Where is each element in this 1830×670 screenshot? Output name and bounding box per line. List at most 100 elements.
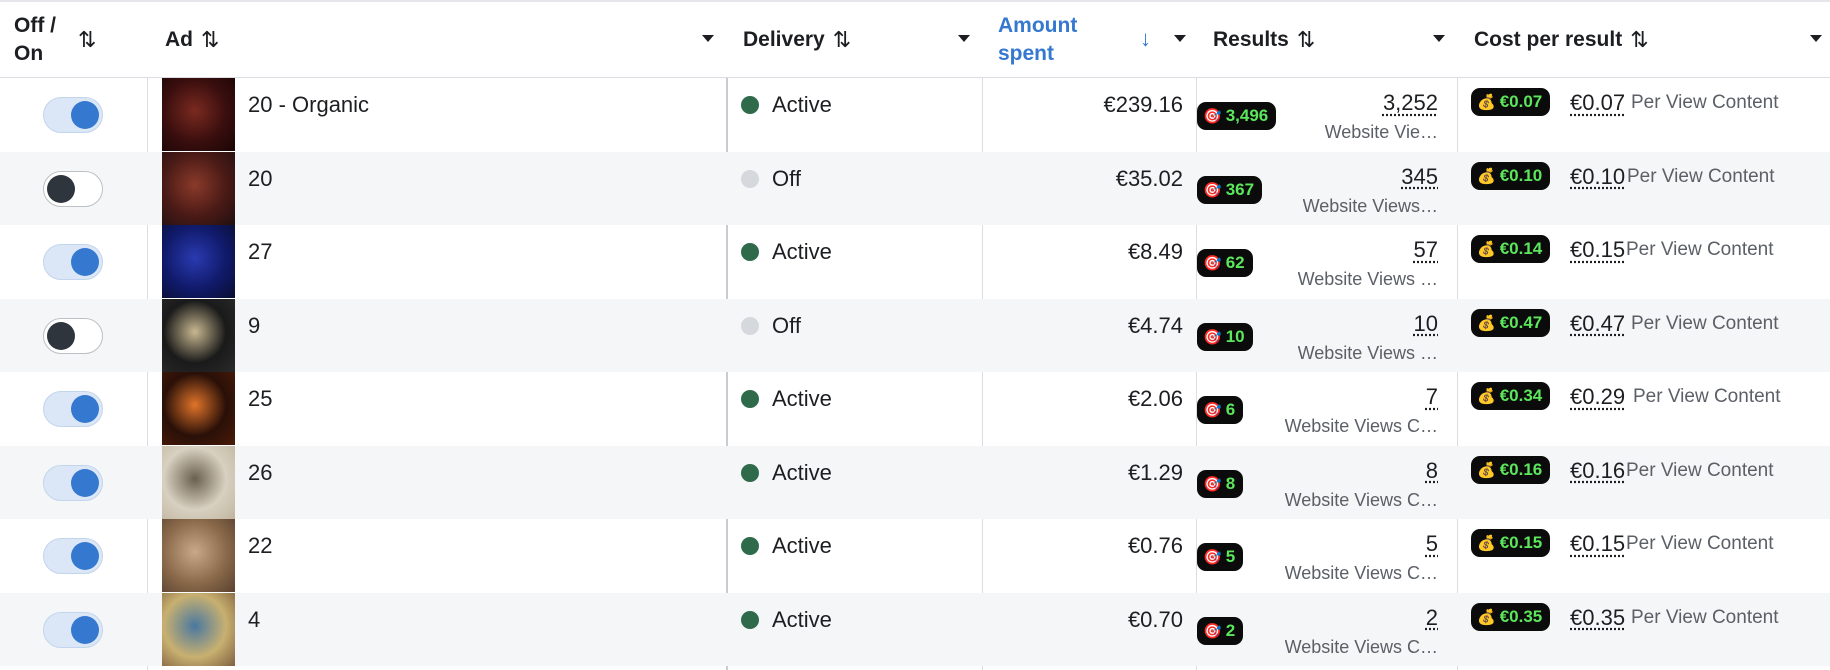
delivery-status: Active (772, 606, 832, 632)
delivery-status-dot (741, 316, 759, 335)
target-icon: 🎯 (1203, 181, 1222, 199)
dropdown-icon[interactable] (1810, 35, 1822, 42)
status-toggle[interactable] (43, 611, 103, 648)
delivery-status-dot (741, 537, 759, 555)
delivery-status-dot (741, 96, 759, 114)
delivery-status: Active (772, 92, 832, 117)
table-row[interactable]: 20 Off €35.02 🎯 367 345 Website Views… 💰… (0, 151, 1830, 225)
header-amount-spent[interactable]: Amount spent ↓ (998, 2, 1196, 78)
results-value[interactable]: 10 (1414, 311, 1438, 337)
results-value[interactable]: 8 (1426, 458, 1438, 484)
header-toggle[interactable]: Off / On ⇅ (14, 2, 144, 78)
status-toggle[interactable] (43, 464, 103, 501)
target-icon: 🎯 (1203, 255, 1222, 272)
ad-thumbnail[interactable] (162, 78, 235, 151)
cost-per-result-value[interactable]: €0.07 (1570, 90, 1625, 116)
ad-name[interactable]: 4 (248, 607, 260, 633)
results-value[interactable]: 57 (1414, 237, 1438, 263)
dropdown-icon[interactable] (958, 35, 970, 42)
amount-spent: €0.70 (1127, 606, 1183, 632)
sort-icon[interactable]: ⇅ (78, 27, 97, 53)
ad-name[interactable]: 20 - Organic (248, 92, 369, 118)
results-badge: 🎯 367 (1197, 175, 1263, 204)
header-ad[interactable]: Ad ⇅ (165, 2, 726, 78)
results-badge-value: 5 (1225, 547, 1236, 566)
cost-badge-value: €0.07 (1499, 92, 1543, 111)
cost-per-result-type: Per View Content (1626, 533, 1774, 554)
results-value[interactable]: 2 (1426, 605, 1438, 631)
sort-desc-icon[interactable]: ↓ (1140, 26, 1151, 52)
results-value[interactable]: 5 (1426, 531, 1438, 557)
results-badge-value: 2 (1225, 620, 1236, 640)
table-row[interactable]: 20 - Organic Active €239.16 🎯 3,496 3,25… (0, 78, 1830, 152)
ad-thumbnail[interactable] (162, 151, 235, 225)
results-value[interactable]: 345 (1401, 164, 1438, 190)
amount-spent: €35.02 (1115, 165, 1183, 191)
ad-name[interactable]: 20 (248, 166, 272, 192)
header-delivery[interactable]: Delivery ⇅ (743, 2, 982, 78)
header-results[interactable]: Results ⇅ (1213, 2, 1457, 78)
table-row[interactable]: 4 Active €0.70 🎯 2 2 Website Views C… 💰 … (0, 592, 1830, 666)
header-amount-line2: spent (998, 42, 1055, 65)
cost-badge: 💰 €0.10 (1471, 161, 1551, 190)
table-row[interactable]: 27 Active €8.49 🎯 62 57 Website Views … … (0, 225, 1830, 299)
cost-per-result-value[interactable]: €0.35 (1570, 605, 1625, 631)
status-toggle[interactable] (43, 97, 103, 133)
table-row[interactable]: 25 Active €2.06 🎯 6 7 Website Views C… 💰… (0, 372, 1830, 446)
ad-thumbnail[interactable] (162, 298, 235, 372)
delivery-status: Off (772, 165, 801, 191)
ad-thumbnail[interactable] (162, 519, 235, 592)
header-results-label: Results (1213, 28, 1289, 51)
results-badge: 🎯 5 (1197, 543, 1244, 571)
cost-per-result-value[interactable]: €0.29 (1570, 384, 1625, 410)
delivery-status: Off (772, 312, 801, 338)
ad-thumbnail[interactable] (162, 445, 235, 519)
ad-thumbnail[interactable] (162, 372, 235, 445)
cost-per-result-value[interactable]: €0.15 (1570, 237, 1625, 263)
status-toggle[interactable] (43, 317, 103, 354)
ad-name[interactable]: 25 (248, 386, 272, 412)
header-amount-line1: Amount (998, 14, 1078, 37)
table-row[interactable]: 9 Off €4.74 🎯 10 10 Website Views … 💰 €0… (0, 298, 1830, 372)
dropdown-icon[interactable] (1433, 35, 1445, 42)
money-bag-icon: 💰 (1477, 461, 1496, 479)
header-ad-label: Ad (165, 28, 193, 51)
cost-per-result-value[interactable]: €0.15 (1570, 531, 1625, 557)
table-row[interactable]: 22 Active €0.76 🎯 5 5 Website Views C… 💰… (0, 519, 1830, 593)
results-badge-value: 10 (1225, 326, 1245, 346)
ad-name[interactable]: 9 (248, 313, 260, 339)
cost-per-result-value[interactable]: €0.47 (1570, 311, 1625, 337)
header-cost-label: Cost per result (1474, 28, 1623, 51)
target-icon: 🎯 (1203, 549, 1222, 566)
dropdown-icon[interactable] (1174, 35, 1186, 42)
money-bag-icon: 💰 (1477, 608, 1496, 626)
target-icon: 🎯 (1203, 475, 1222, 493)
sort-icon[interactable]: ⇅ (1297, 27, 1316, 53)
ad-thumbnail[interactable] (162, 225, 235, 298)
results-badge: 🎯 62 (1197, 249, 1253, 277)
delivery-status: Active (772, 386, 832, 411)
table-row[interactable]: 26 Active €1.29 🎯 8 8 Website Views C… 💰… (0, 445, 1830, 519)
ad-name[interactable]: 26 (248, 460, 272, 486)
ad-thumbnail[interactable] (162, 592, 235, 666)
dropdown-icon[interactable] (702, 35, 714, 42)
ad-name[interactable]: 27 (248, 239, 272, 265)
header-cost-per-result[interactable]: Cost per result ⇅ (1474, 2, 1830, 78)
results-badge: 🎯 10 (1197, 322, 1253, 351)
status-toggle[interactable] (43, 538, 103, 574)
results-value[interactable]: 7 (1426, 384, 1438, 410)
status-toggle[interactable] (43, 170, 103, 207)
sort-icon[interactable]: ⇅ (833, 27, 852, 53)
cost-per-result-value[interactable]: €0.16 (1570, 458, 1625, 484)
results-value[interactable]: 3,252 (1383, 90, 1438, 116)
sort-icon[interactable]: ⇅ (201, 27, 220, 53)
status-toggle[interactable] (43, 391, 103, 427)
cost-per-result-value[interactable]: €0.10 (1570, 164, 1625, 190)
delivery-status: Active (772, 459, 832, 485)
cost-per-result-type: Per View Content (1626, 459, 1774, 481)
sort-icon[interactable]: ⇅ (1630, 27, 1649, 53)
delivery-status-dot (741, 243, 759, 261)
results-type: Website Views … (1297, 269, 1438, 289)
ad-name[interactable]: 22 (248, 533, 272, 559)
status-toggle[interactable] (43, 244, 103, 280)
